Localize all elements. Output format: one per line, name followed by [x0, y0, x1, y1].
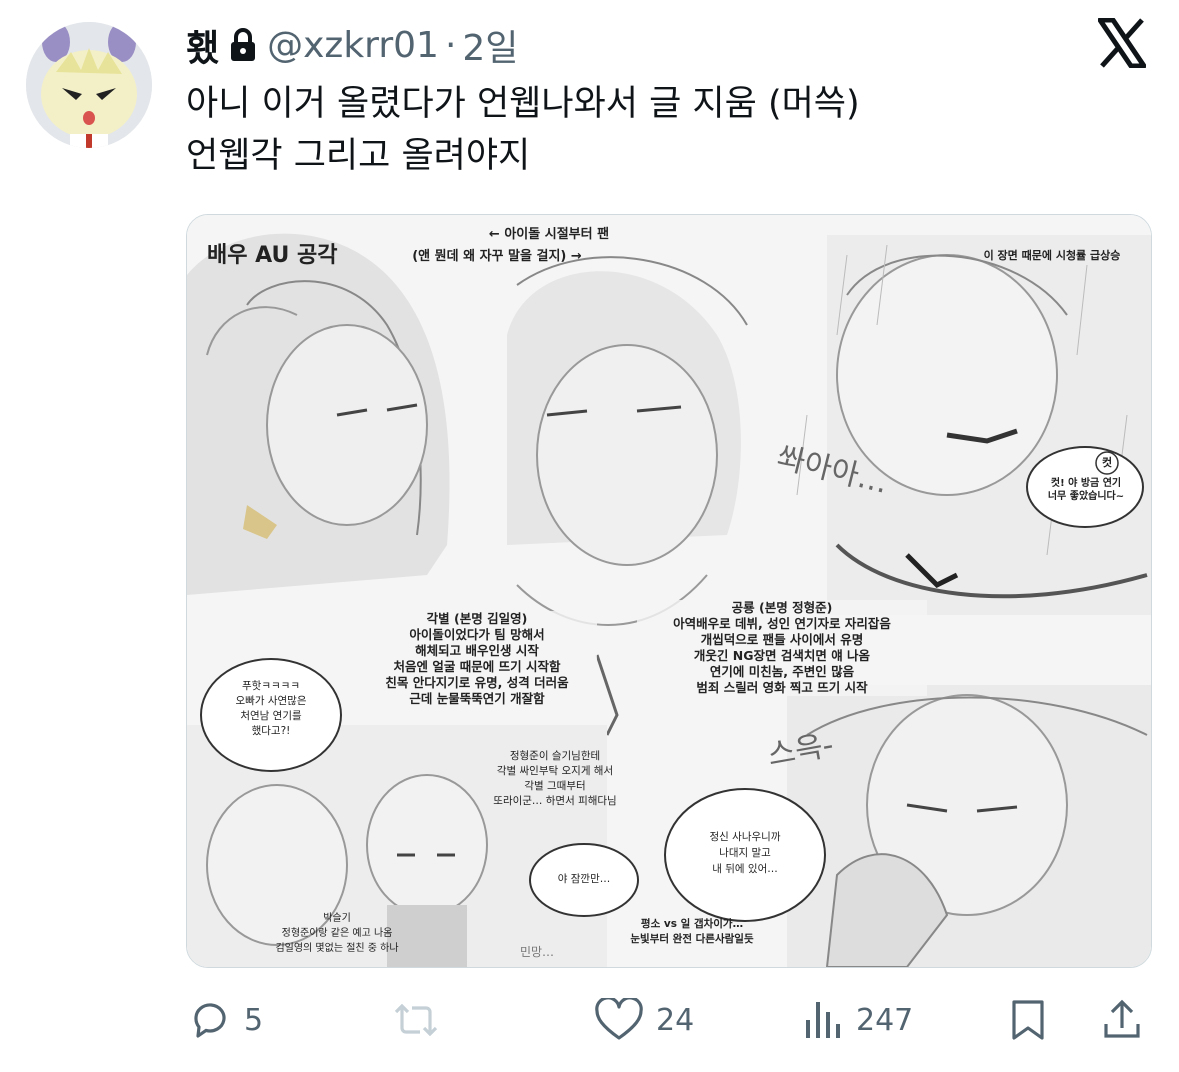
lock-icon	[229, 28, 257, 62]
media-bottom-left-note: 박슬기 정형준이랑 같은 예고 나옴 김일영의 몇없는 절친 중 하나	[275, 913, 399, 954]
repost-button[interactable]	[392, 990, 452, 1050]
reply-count: 5	[244, 1002, 264, 1038]
media-right-bubble: 정신 사나우니까 나대지 말고 내 뒤에 있어…	[709, 831, 781, 875]
separator-dot: ·	[444, 24, 457, 66]
bookmark-button[interactable]	[1008, 990, 1048, 1050]
tweet-media-image[interactable]: 배우 AU 공각 ← 아이돌 시절부터 팬 (앤 뭔데 왜 자꾸 말을 걸지) …	[186, 214, 1152, 968]
like-count: 24	[656, 1002, 695, 1038]
like-button[interactable]: 24	[594, 990, 694, 1050]
tweet-header: 횄 @xzkrr01 · 2일	[186, 20, 518, 70]
x-logo-icon	[1097, 17, 1147, 69]
share-icon	[1104, 999, 1140, 1038]
repost-icon	[394, 1003, 438, 1037]
media-top-note-1: ← 아이돌 시절부터 팬	[488, 227, 610, 242]
media-char2-desc: 공룡 (본명 정형준) 아역배우로 데뷔, 성인 연기자로 자리잡음 개씹덕으로…	[637, 600, 927, 696]
media-top-note-2: (앤 뭔데 왜 자꾸 말을 걸지) →	[412, 249, 582, 264]
like-icon	[595, 998, 643, 1040]
media-cut-bubble-mark: 컷	[1101, 456, 1113, 469]
tweet-actions: 5 24 247	[0, 990, 1179, 1050]
view-count: 247	[856, 1002, 914, 1038]
media-char1-desc: 각별 (본명 김일영) 아이돌이었다가 팀 망해서 해체되고 배우인생 시작 처…	[357, 611, 597, 707]
media-bottom-right-note: 평소 vs 일 갭차이가… 눈빛부터 완전 다른사람일듯	[630, 918, 754, 945]
avatar[interactable]	[26, 22, 152, 148]
views-icon	[806, 1002, 840, 1038]
share-button[interactable]	[1100, 990, 1144, 1050]
media-left-bubble: 푸핫ㅋㅋㅋㅋ 오빠가 사연많은 처연남 연기를 했다고?!	[235, 680, 307, 737]
timestamp[interactable]: 2일	[462, 19, 518, 71]
avatar-image	[26, 22, 152, 148]
bookmark-icon	[1012, 1000, 1044, 1040]
media-top-right-note: 이 장면 때문에 시청률 급상승	[983, 249, 1121, 262]
media-title: 배우 AU 공각	[207, 243, 338, 268]
display-name[interactable]: 횄	[186, 19, 219, 71]
media-mid-note: 정형준이 슬기님한테 각별 싸인부탁 오지게 해서 각별 그때부터 또라이군… …	[493, 750, 617, 807]
views-button[interactable]: 247	[800, 990, 913, 1050]
reply-button[interactable]: 5	[188, 990, 263, 1050]
media-mid-bubble: 야 잠깐만…	[557, 873, 611, 885]
illustration-art	[187, 215, 1151, 967]
reply-icon	[194, 1003, 226, 1038]
media-cut-bubble: 컷! 야 방금 연기 너무 좋았습니다~	[1047, 478, 1125, 502]
user-handle[interactable]: @xzkrr01	[267, 25, 439, 66]
tweet-text: 아니 이거 올렸다가 언웹나와서 글 지움 (머쓱) 언웹각 그리고 올려야지	[186, 84, 860, 176]
media-bottom-mid-note: 민망…	[519, 945, 555, 959]
